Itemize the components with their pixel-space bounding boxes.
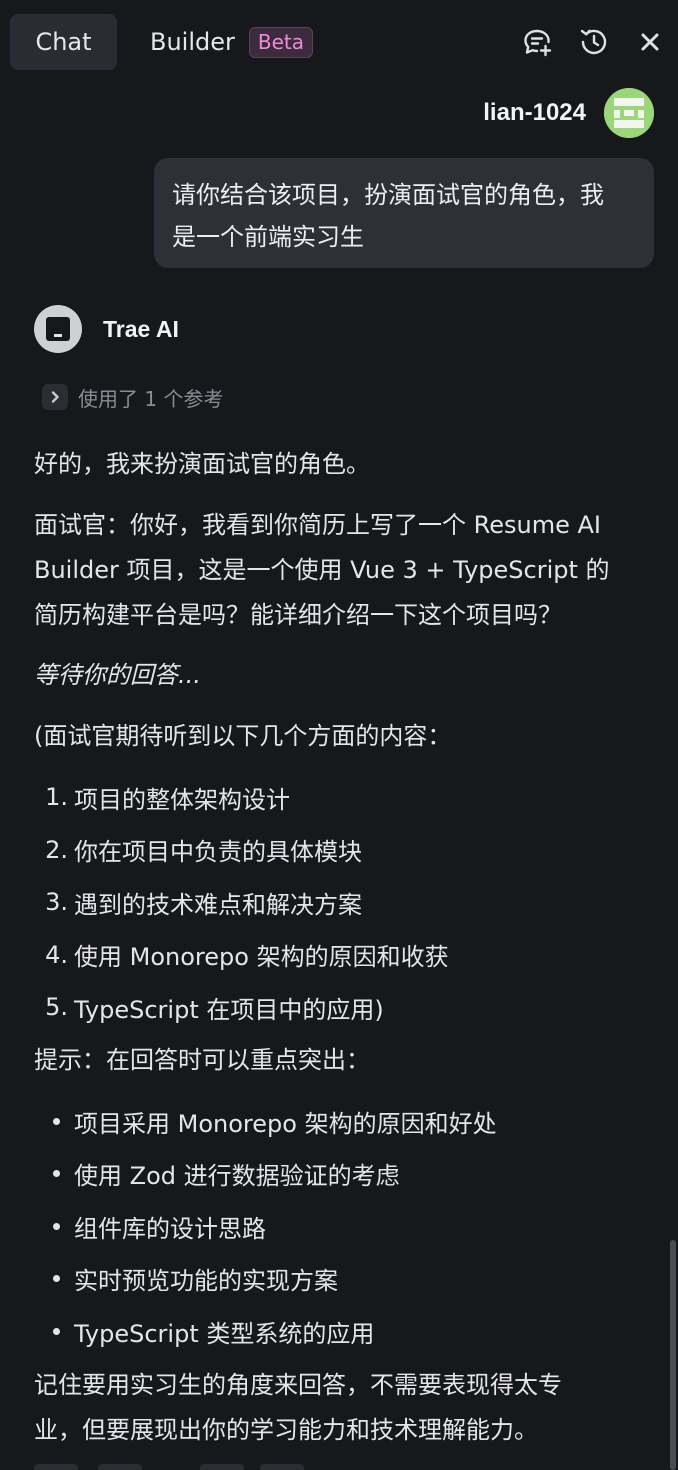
scrollbar-thumb[interactable] <box>670 1240 676 1470</box>
waiting-text: 等待你的回答... <box>34 661 201 689</box>
hint-list: 项目采用 Monorepo 架构的原因和好处 使用 Zod 进行数据验证的考虑 … <box>34 1095 644 1358</box>
tab-chat-label: Chat <box>35 28 92 56</box>
close-icon[interactable] <box>633 25 667 59</box>
reference-toggle[interactable]: 使用了 1 个参考 <box>42 381 223 413</box>
assistant-intro: 好的，我来扮演面试官的角色。 <box>34 450 370 478</box>
hint-intro: 提示：在回答时可以重点突出： <box>34 1046 370 1074</box>
interviewer-question: 面试官：你好，我看到你简历上写了一个 Resume AI Builder 项目，… <box>34 503 646 638</box>
history-icon[interactable] <box>577 25 611 59</box>
assistant-avatar <box>34 305 82 353</box>
closing-line: 业，但要展现出你的学习能力和技术理解能力。 <box>34 1416 538 1444</box>
question-line: 简历构建平台是吗？能详细介绍一下这个项目吗？ <box>34 601 562 629</box>
like-button[interactable] <box>200 1464 244 1470</box>
top-bar: Chat Builder Beta <box>0 0 678 84</box>
list-item: 4. 使用 Monorepo 架构的原因和收获 <box>45 940 449 972</box>
question-line: 面试官：你好，我看到你简历上写了一个 Resume AI <box>34 511 601 539</box>
closing-text: 记住要用实习生的角度来回答，不需要表现得太专 业，但要展现出你的学习能力和技术理… <box>34 1363 646 1453</box>
reference-label: 使用了 1 个参考 <box>78 386 224 411</box>
list-item: 3. 遇到的技术难点和解决方案 <box>45 888 362 919</box>
expectation-list: 1. 项目的整体架构设计 2. 你在项目中负责的具体模块 3. 遇到的技术难点和解决方… <box>34 771 644 1034</box>
list-item: 实时预览功能的实现方案 <box>34 1253 644 1306</box>
expectation-intro: (面试官期待听到以下几个方面的内容： <box>34 722 452 750</box>
new-chat-icon[interactable] <box>520 25 554 59</box>
closing-line: 记住要用实习生的角度来回答，不需要表现得太专 <box>34 1371 562 1399</box>
list-item: 5. TypeScript 在项目中的应用) <box>45 993 384 1024</box>
terminal-icon <box>46 317 70 341</box>
tab-builder[interactable]: Builder Beta <box>150 14 314 70</box>
assistant-header: Trae AI <box>34 304 179 354</box>
list-item: 使用 Zod 进行数据验证的考虑 <box>34 1148 644 1201</box>
list-item: 项目采用 Monorepo 架构的原因和好处 <box>34 1095 644 1148</box>
dislike-button[interactable] <box>260 1464 304 1470</box>
user-message-line: 是一个前端实习生 <box>172 223 364 251</box>
user-message-line: 请你结合该项目，扮演面试官的角色，我 <box>172 181 604 209</box>
list-item: TypeScript 类型系统的应用 <box>34 1305 644 1358</box>
beta-badge: Beta <box>248 26 314 58</box>
question-line: Builder 项目，这是一个使用 Vue 3 + TypeScript 的 <box>34 556 610 584</box>
copy-button[interactable] <box>34 1464 78 1470</box>
list-item: 2. 你在项目中负责的具体模块 <box>45 835 362 867</box>
user-header: lian-1024 <box>483 88 654 138</box>
list-item: 组件库的设计思路 <box>34 1200 644 1253</box>
list-item: 1. 项目的整体架构设计 <box>45 783 290 814</box>
user-avatar[interactable] <box>604 88 654 138</box>
tab-builder-label: Builder <box>150 28 235 56</box>
user-name: lian-1024 <box>483 99 586 126</box>
assistant-name: Trae AI <box>103 315 179 342</box>
tab-chat[interactable]: Chat <box>10 14 117 70</box>
chevron-right-icon <box>42 384 68 410</box>
user-message-bubble: 请你结合该项目，扮演面试官的角色，我 是一个前端实习生 <box>154 158 654 268</box>
apply-button[interactable] <box>98 1464 142 1470</box>
